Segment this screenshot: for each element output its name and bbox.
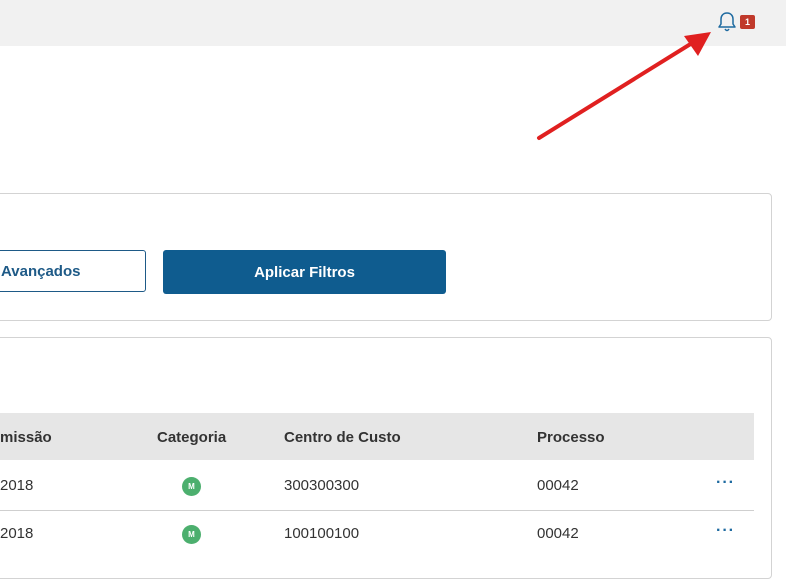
row1-date: 2018 (0, 477, 34, 494)
row2-date: 2018 (0, 525, 34, 542)
row2-process: 00042 (537, 525, 579, 542)
row2-more-options-icon[interactable]: ··· (716, 522, 735, 540)
row1-process: 00042 (537, 477, 579, 494)
column-header-centro-de-custo[interactable]: Centro de Custo (284, 429, 401, 446)
column-header-emissao[interactable]: missão (0, 429, 52, 446)
notification-badge: 1 (740, 15, 755, 29)
top-bar (0, 0, 786, 46)
column-header-processo[interactable]: Processo (537, 429, 605, 446)
row1-cost-center: 300300300 (284, 477, 360, 494)
row-divider (0, 510, 754, 511)
advanced-filters-button[interactable]: Avançados (0, 250, 146, 292)
column-header-categoria[interactable]: Categoria (157, 429, 226, 446)
row2-cost-center: 100100100 (284, 525, 360, 542)
row2-category-badge: M (182, 525, 201, 544)
bell-icon[interactable] (717, 11, 737, 33)
apply-filters-button[interactable]: Aplicar Filtros (163, 250, 446, 294)
row1-category-badge: M (182, 477, 201, 496)
row1-more-options-icon[interactable]: ··· (716, 474, 735, 492)
